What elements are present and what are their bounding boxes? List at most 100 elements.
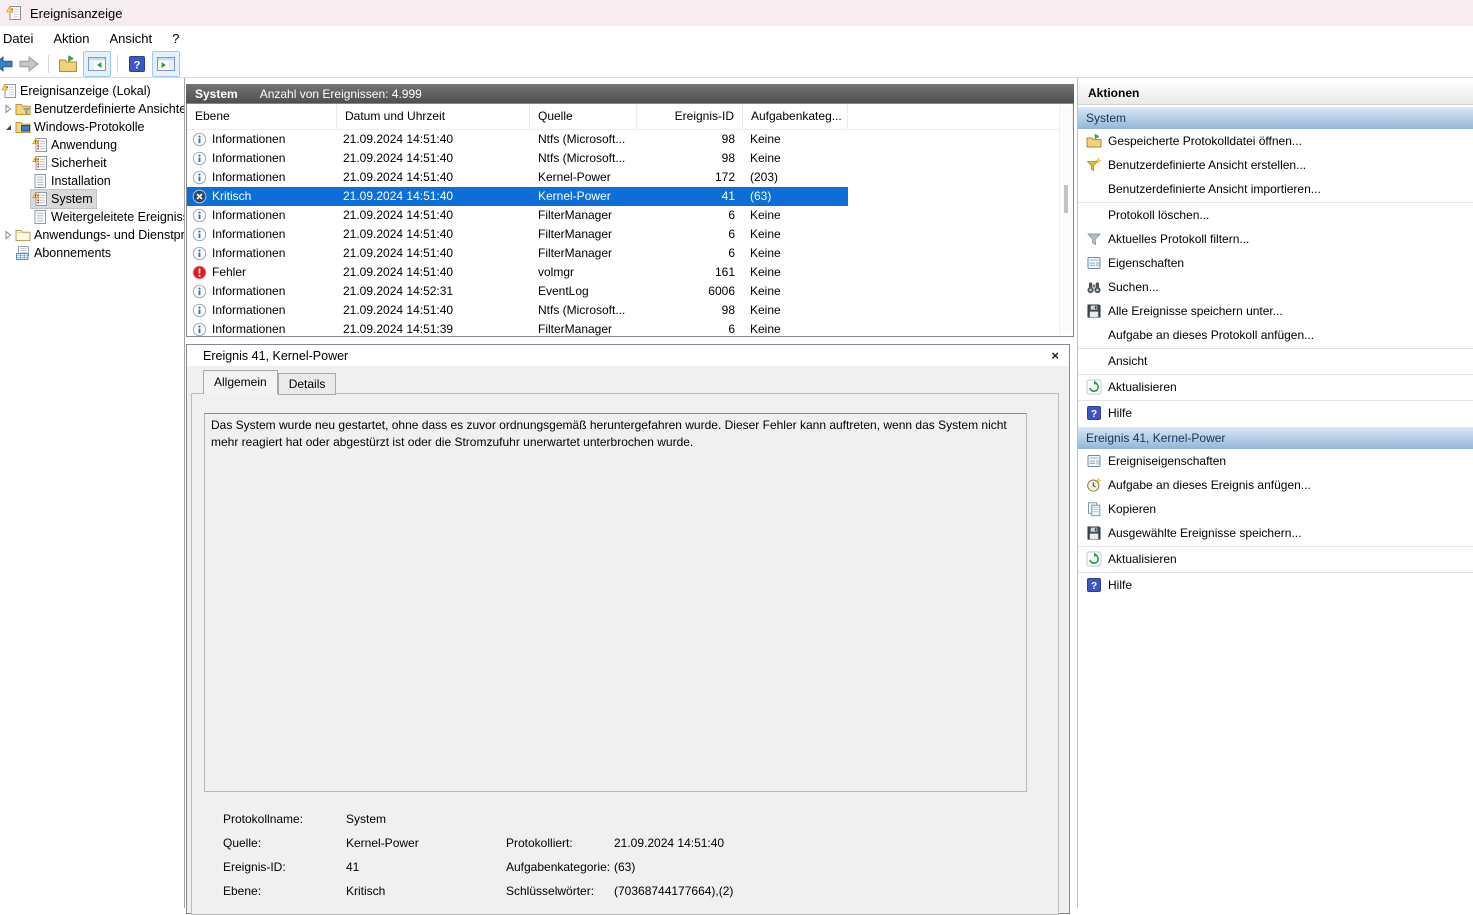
scrollbar-thumb[interactable] — [1064, 185, 1068, 213]
event-category: (63) — [743, 187, 848, 206]
help-button[interactable]: ? — [124, 52, 150, 76]
sidebar-item-system[interactable]: System — [0, 189, 184, 209]
toolbar: ? — [0, 50, 1473, 78]
action-item-alle-ereignisse-speichern-unter[interactable]: Alle Ereignisse speichern unter... — [1078, 299, 1473, 323]
event-row[interactable]: Informationen 21.09.2024 14:51:40 Ntfs (Mi… — [187, 130, 1073, 149]
event-row[interactable]: Informationen 21.09.2024 14:51:39 FilterMa… — [187, 320, 1073, 336]
action-item-aufgabe-an-dieses-ereignis-anfügen[interactable]: Aufgabe an dieses Ereignis anfügen... — [1078, 473, 1473, 497]
menubar: Datei Aktion Ansicht? — [0, 26, 1473, 50]
event-id: 6 — [728, 227, 735, 241]
sidebar-item-ereignisanzeige-lokal[interactable]: Ereignisanzeige (Lokal) — [0, 82, 184, 100]
sidebar-item-installation[interactable]: Installation — [0, 172, 184, 190]
event-viewer-app-icon — [6, 5, 22, 21]
event-row[interactable]: Informationen 21.09.2024 14:51:40 Kernel-P… — [187, 168, 1073, 187]
action-item-aktualisieren[interactable]: Aktualisieren — [1078, 374, 1473, 399]
open-saved-log-button[interactable] — [55, 52, 81, 76]
event-row[interactable]: Fehler 21.09.2024 14:51:40 volmgr 161 Keine — [187, 263, 1073, 282]
log-summary-bar: System Anzahl von Ereignissen: 4.999 — [186, 84, 1074, 103]
sidebar-item-abonnements[interactable]: Abonnements — [0, 244, 184, 262]
menu-ansicht[interactable]: Ansicht — [100, 28, 163, 49]
action-item-hilfe[interactable]: ? Hilfe — [1078, 572, 1473, 597]
action-item-aufgabe-an-dieses-protokoll-anfügen[interactable]: Aufgabe an dieses Protokoll anfügen... — [1078, 323, 1473, 347]
action-group-header-system[interactable]: System — [1078, 107, 1473, 129]
event-viewer-icon — [1, 83, 17, 99]
column-header-datum-und-uhrzeit[interactable]: Datum und Uhrzeit — [337, 104, 530, 130]
list-scrollbar[interactable] — [1059, 105, 1072, 335]
sidebar-item-anwendungs-und-dienstprotokolle[interactable]: Anwendungs- und Dienstprotokolle — [0, 226, 184, 244]
tab-details[interactable]: Details — [277, 373, 337, 395]
toggle-action-pane-button[interactable] — [152, 50, 180, 77]
event-datetime: 21.09.2024 14:51:40 — [343, 246, 454, 260]
event-level-cell: Fehler — [187, 263, 337, 282]
act-open-icon — [1086, 133, 1102, 149]
event-row[interactable]: Informationen 21.09.2024 14:51:40 Ntfs (Mi… — [187, 301, 1073, 320]
field-value-21-09-2024-14-51-40: 21.09.2024 14:51:40 — [614, 836, 725, 850]
action-item-aktuelles-protokoll-filtern[interactable]: Aktuelles Protokoll filtern... — [1078, 227, 1473, 251]
field-value-70368744177664-2: (70368744177664),(2) — [614, 884, 734, 898]
back-arrow-icon — [0, 54, 14, 74]
act-help-icon: ? — [1086, 405, 1102, 421]
tree-expander-icon[interactable] — [2, 121, 14, 133]
action-item-benutzerdefinierte-ansicht-erstellen[interactable]: Benutzerdefinierte Ansicht erstellen... — [1078, 153, 1473, 177]
menu-[interactable]: ? — [162, 28, 189, 49]
sidebar-item-sicherheit[interactable]: Sicherheit — [0, 154, 184, 172]
action-item-aktualisieren[interactable]: Aktualisieren — [1078, 546, 1473, 571]
back-button[interactable] — [0, 52, 14, 76]
column-header-quelle[interactable]: Quelle — [530, 104, 637, 130]
tree-item-label: Benutzerdefinierte Ansichten — [34, 102, 185, 116]
menu-datei[interactable]: Datei — [0, 28, 43, 49]
subscriptions-icon — [15, 245, 31, 261]
action-group-header-ereignis-41-kernel-power[interactable]: Ereignis 41, Kernel-Power — [1078, 427, 1473, 449]
event-source: volmgr — [538, 265, 575, 279]
help-icon: ? — [128, 55, 146, 73]
action-item-label: Kopieren — [1108, 502, 1157, 516]
sidebar-item-weitergeleitete-ereignisse[interactable]: Weitergeleitete Ereignisse — [0, 208, 184, 226]
action-item-hilfe[interactable]: ? Hilfe — [1078, 400, 1473, 425]
event-row[interactable]: Informationen 21.09.2024 14:51:40 Ntfs (Mi… — [187, 149, 1073, 168]
action-item-eigenschaften[interactable]: Eigenschaften — [1078, 251, 1473, 275]
event-row[interactable]: Informationen 21.09.2024 14:52:31 EventLog… — [187, 282, 1073, 301]
column-header-aufgabenkateg[interactable]: Aufgabenkateg... — [743, 104, 848, 130]
event-id: 6 — [728, 208, 735, 222]
event-level-cell: Informationen — [187, 320, 337, 336]
action-item-gespeicherte-protokolldatei-öffnen[interactable]: Gespeicherte Protokolldatei öffnen... — [1078, 129, 1473, 153]
log-badged-icon — [32, 137, 48, 153]
tree-item-label: Anwendungs- und Dienstprotokolle — [34, 228, 185, 242]
action-item-ansicht[interactable]: Ansicht — [1078, 348, 1473, 373]
tree-item-box: Anwendung — [31, 136, 120, 154]
event-row[interactable]: Informationen 21.09.2024 14:51:40 FilterMa… — [187, 206, 1073, 225]
forward-button[interactable] — [16, 52, 42, 76]
blank-icon — [1086, 353, 1102, 369]
event-source: Ntfs (Microsoft... — [538, 151, 626, 165]
action-item-label: Aufgabe an dieses Protokoll anfügen... — [1108, 328, 1315, 342]
action-item-suchen[interactable]: Suchen... — [1078, 275, 1473, 299]
tree-expander-icon[interactable] — [2, 103, 14, 115]
event-row[interactable]: Kritisch 21.09.2024 14:51:40 Kernel-Power 4… — [187, 187, 1073, 206]
column-header-ereignis-id[interactable]: Ereignis-ID — [637, 104, 743, 130]
action-item-ausgewählte-ereignisse-speichern[interactable]: Ausgewählte Ereignisse speichern... — [1078, 521, 1473, 545]
log-name: System — [195, 86, 238, 101]
toolbar-separator — [117, 54, 118, 73]
action-item-protokoll-löschen[interactable]: Protokoll löschen... — [1078, 202, 1473, 227]
event-count: Anzahl von Ereignissen: 4.999 — [259, 86, 422, 101]
action-item-label: Hilfe — [1108, 406, 1133, 420]
info-icon — [192, 322, 207, 336]
event-row[interactable]: Informationen 21.09.2024 14:51:40 FilterMa… — [187, 244, 1073, 263]
sidebar-item-anwendung[interactable]: Anwendung — [0, 136, 184, 154]
act-copy-icon — [1086, 501, 1102, 517]
sidebar-item-windows-protokolle[interactable]: Windows-Protokolle — [0, 118, 184, 136]
menu-aktion[interactable]: Aktion — [43, 28, 99, 49]
action-item-ereigniseigenschaften[interactable]: Ereigniseigenschaften — [1078, 449, 1473, 473]
sidebar-item-benutzerdefinierte-ansichten[interactable]: Benutzerdefinierte Ansichten — [0, 100, 184, 118]
row-filler — [848, 206, 1073, 225]
toggle-console-tree-button[interactable] — [83, 50, 111, 77]
act-search-icon — [1086, 279, 1102, 295]
tree-expander-icon — [19, 139, 31, 151]
tree-expander-icon[interactable] — [2, 229, 14, 241]
action-item-benutzerdefinierte-ansicht-importieren[interactable]: Benutzerdefinierte Ansicht importieren..… — [1078, 177, 1473, 201]
tab-allgemein[interactable]: Allgemein — [203, 370, 278, 394]
close-preview-button[interactable]: × — [1051, 348, 1059, 363]
action-item-kopieren[interactable]: Kopieren — [1078, 497, 1473, 521]
event-row[interactable]: Informationen 21.09.2024 14:51:40 FilterMa… — [187, 225, 1073, 244]
column-header-ebene[interactable]: Ebene — [187, 104, 337, 130]
